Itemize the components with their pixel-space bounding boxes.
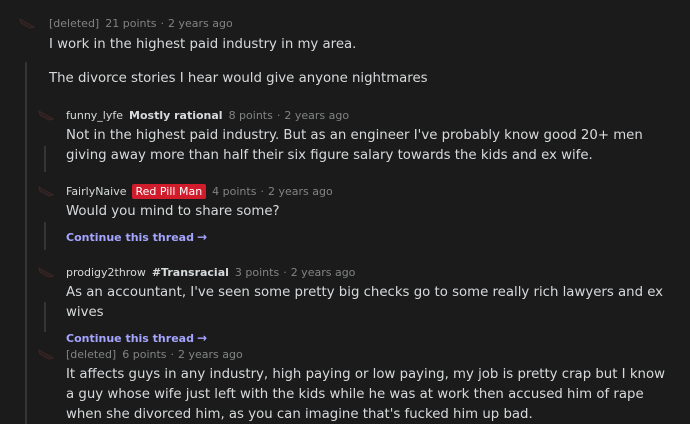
- comment-body: As an accountant, I've seen some pretty …: [66, 283, 676, 323]
- user-flair: #Transracial: [151, 265, 229, 279]
- comment-body: I work in the highest paid industry in m…: [49, 35, 669, 89]
- comment-meta: [deleted] 21 points · 2 years ago: [49, 15, 669, 31]
- comment-points: 6 points: [122, 347, 167, 361]
- comment-time[interactable]: 2 years ago: [284, 109, 349, 122]
- collapse-icon[interactable]: [18, 17, 36, 29]
- comment-body: Not in the highest paid industry. But as…: [66, 126, 676, 166]
- comment: funny_lyfe Mostly rational 8 points · 2 …: [66, 107, 676, 166]
- arrow-right-icon: →: [196, 230, 208, 244]
- comment-time[interactable]: 2 years ago: [168, 17, 233, 30]
- separator-dot: ·: [160, 16, 165, 30]
- comment-paragraph: It affects guys in any industry, high pa…: [66, 367, 665, 422]
- separator-dot: ·: [260, 184, 264, 198]
- comment-points: 21 points: [105, 16, 157, 30]
- separator-dot: ·: [276, 108, 281, 122]
- comment-time[interactable]: 2 years ago: [291, 266, 356, 279]
- thread-line-child-3[interactable]: [44, 302, 46, 332]
- continue-thread-link[interactable]: Continue this thread →: [66, 230, 207, 244]
- collapse-icon[interactable]: [37, 185, 55, 197]
- separator-dot: ·: [283, 265, 287, 279]
- continue-thread-label: Continue this thread: [66, 331, 194, 345]
- comment-meta: [deleted] 6 points · 2 years ago: [66, 346, 676, 362]
- comment-points: 4 points: [212, 184, 257, 198]
- comment-meta: prodigy2throw #Transracial 3 points · 2 …: [66, 264, 676, 280]
- comment: prodigy2throw #Transracial 3 points · 2 …: [66, 264, 676, 346]
- continue-thread-link[interactable]: Continue this thread →: [66, 331, 207, 345]
- comment-author[interactable]: prodigy2throw: [66, 266, 146, 279]
- comment-points: 3 points: [234, 265, 280, 279]
- collapse-icon[interactable]: [37, 348, 55, 360]
- comment: FairlyNaive Red Pill Man 4 points · 2 ye…: [66, 183, 676, 245]
- comment-paragraph: Not in the highest paid industry. But as…: [66, 128, 643, 163]
- collapse-icon[interactable]: [37, 109, 55, 121]
- arrow-right-icon: →: [196, 331, 208, 345]
- comment-paragraph: Would you mind to share some?: [66, 204, 280, 219]
- continue-thread-label: Continue this thread: [66, 230, 194, 244]
- comment-paragraph: The divorce stories I hear would give an…: [49, 71, 428, 86]
- user-flair: Red Pill Man: [131, 183, 207, 199]
- comment-body: It affects guys in any industry, high pa…: [66, 365, 676, 424]
- comment-paragraph: I work in the highest paid industry in m…: [49, 37, 357, 52]
- thread-line-child-1[interactable]: [44, 146, 46, 172]
- comment-author[interactable]: [deleted]: [66, 348, 116, 361]
- comment-points: 8 points: [228, 108, 273, 122]
- comment-time[interactable]: 2 years ago: [178, 348, 243, 361]
- comment-meta: FairlyNaive Red Pill Man 4 points · 2 ye…: [66, 183, 676, 199]
- comment-author[interactable]: funny_lyfe: [66, 109, 123, 122]
- thread-line-child-2[interactable]: [44, 222, 46, 250]
- comment-author[interactable]: FairlyNaive: [66, 185, 127, 198]
- thread-line-root[interactable]: [25, 62, 27, 424]
- comment: [deleted] 21 points · 2 years ago I work…: [49, 15, 669, 89]
- user-flair: Mostly rational: [129, 108, 223, 122]
- comment-author[interactable]: [deleted]: [49, 17, 99, 30]
- comment-body: Would you mind to share some?: [66, 202, 676, 222]
- comment-paragraph: As an accountant, I've seen some pretty …: [66, 285, 664, 320]
- comment: [deleted] 6 points · 2 years ago It affe…: [66, 346, 676, 424]
- collapse-icon[interactable]: [37, 266, 55, 278]
- comment-meta: funny_lyfe Mostly rational 8 points · 2 …: [66, 107, 676, 123]
- comment-time[interactable]: 2 years ago: [268, 185, 333, 198]
- separator-dot: ·: [170, 347, 175, 361]
